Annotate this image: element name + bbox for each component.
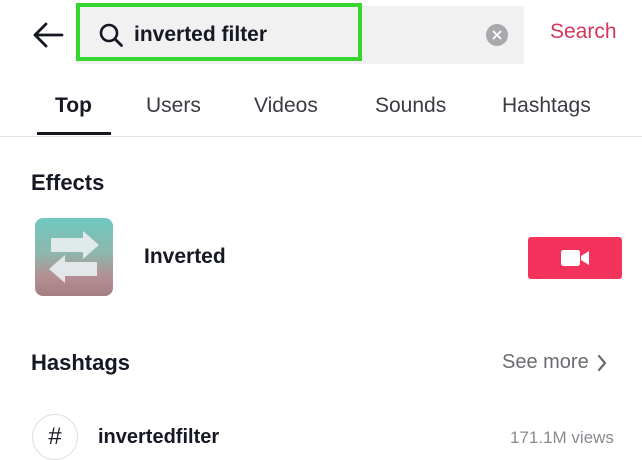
search-input[interactable] — [134, 16, 474, 54]
tab-users[interactable]: Users — [146, 94, 201, 118]
use-effect-button[interactable] — [528, 237, 622, 279]
video-camera-icon — [561, 250, 589, 266]
search-icon — [96, 20, 126, 50]
hashtag-name[interactable]: invertedfilter — [98, 426, 219, 449]
close-icon — [492, 30, 502, 40]
tab-videos[interactable]: Videos — [254, 94, 318, 118]
hashtags-section-title: Hashtags — [31, 350, 131, 375]
tab-sounds[interactable]: Sounds — [375, 94, 446, 118]
hashtag-icon: # — [32, 414, 78, 460]
see-more-label: See more — [502, 351, 589, 373]
active-tab-indicator — [37, 132, 111, 135]
hashtag-views: 171.1M views — [510, 428, 614, 447]
search-button[interactable]: Search — [550, 20, 617, 44]
back-arrow-icon — [33, 22, 64, 48]
tab-top[interactable]: Top — [55, 94, 92, 118]
tabs-divider — [0, 136, 642, 137]
tab-hashtags[interactable]: Hashtags — [502, 94, 591, 118]
effects-section-title: Effects — [31, 170, 105, 195]
see-more-link[interactable]: See more — [502, 351, 607, 374]
effect-thumbnail[interactable] — [35, 218, 113, 296]
clear-search-button[interactable] — [486, 24, 508, 46]
chevron-right-icon — [597, 354, 606, 371]
effect-name[interactable]: Inverted — [144, 245, 226, 269]
back-button[interactable] — [30, 16, 66, 54]
inverted-arrows-icon — [49, 231, 99, 283]
